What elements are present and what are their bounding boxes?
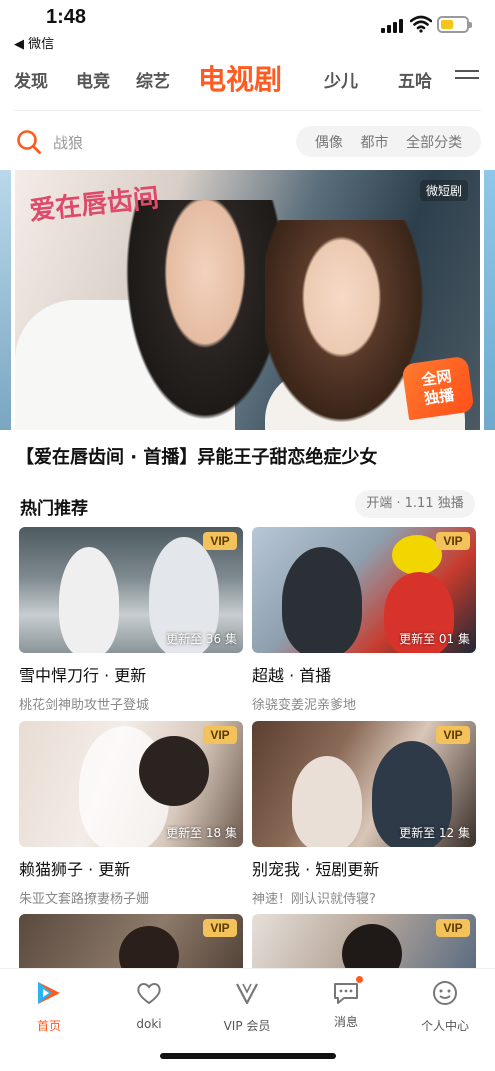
vip-badge: VIP bbox=[436, 919, 470, 937]
status-bar: 1:48 ◀ 微信 bbox=[0, 0, 495, 54]
show-subtitle: 桃花剑神助攻世子登城 bbox=[19, 698, 150, 713]
section-promo-pill[interactable]: 开端 · 1.11 独播 bbox=[355, 490, 475, 518]
status-time: 1:48 bbox=[46, 6, 87, 28]
show-title[interactable]: 别宠我 · 短剧更新 bbox=[252, 856, 476, 880]
nav-messages[interactable]: 消息 bbox=[306, 976, 386, 1030]
vip-v-icon bbox=[236, 983, 258, 1005]
vip-badge: VIP bbox=[436, 532, 470, 550]
search-icon[interactable] bbox=[16, 129, 42, 155]
show-thumbnail: VIP 更新至 18 集 bbox=[19, 721, 243, 847]
show-card[interactable]: VIP 更新至 18 集 赖猫狮子 · 更新 朱亚文套路撩妻杨子姗 bbox=[19, 721, 243, 907]
tab-discover[interactable]: 发现 bbox=[14, 67, 48, 92]
vip-badge: VIP bbox=[203, 532, 237, 550]
episode-count: 更新至 12 集 bbox=[399, 826, 470, 840]
home-indicator[interactable] bbox=[160, 1053, 336, 1059]
nav-doki[interactable]: doki bbox=[109, 979, 189, 1031]
tab-wuha[interactable]: 五哈 bbox=[398, 67, 432, 92]
unread-dot bbox=[356, 976, 363, 983]
more-channels-icon[interactable] bbox=[455, 70, 479, 86]
quick-link-idol[interactable]: 偶像 bbox=[315, 132, 343, 152]
show-subtitle: 神速！刚认识就侍寝? bbox=[252, 892, 376, 907]
message-icon bbox=[331, 976, 363, 1007]
quick-category-links: 偶像 都市 全部分类 bbox=[296, 126, 481, 157]
nav-profile[interactable]: 个人中心 bbox=[405, 979, 485, 1034]
show-subtitle: 徐骁变姜泥亲爹地 bbox=[252, 698, 357, 713]
channel-tabs: 发现 电竞 综艺 电视剧 少儿 五哈 bbox=[0, 58, 495, 100]
show-card[interactable]: VIP 更新至 12 集 别宠我 · 短剧更新 神速！刚认识就侍寝? bbox=[252, 721, 476, 907]
show-title[interactable]: 雪中悍刀行 · 更新 bbox=[19, 662, 243, 686]
cell-signal-icon bbox=[381, 18, 403, 33]
show-thumbnail: VIP 更新至 12 集 bbox=[252, 721, 476, 847]
wifi-icon bbox=[410, 15, 432, 33]
show-thumbnail: VIP 更新至 01 集 bbox=[252, 527, 476, 653]
search-bar: 战狼 偶像 都市 全部分类 bbox=[0, 124, 495, 160]
episode-count: 更新至 01 集 bbox=[399, 632, 470, 646]
show-subtitle: 朱亚文套路撩妻杨子姗 bbox=[19, 892, 150, 907]
back-to-wechat-link[interactable]: ◀ 微信 bbox=[14, 33, 54, 52]
smiley-icon bbox=[433, 981, 457, 1005]
tab-variety[interactable]: 综艺 bbox=[136, 67, 170, 92]
divider bbox=[14, 110, 481, 111]
hero-banner[interactable]: 爱在唇齿间 微短剧 全网 独播 bbox=[15, 170, 480, 430]
show-card[interactable]: VIP 更新至 36 集 雪中悍刀行 · 更新 桃花剑神助攻世子登城 bbox=[19, 527, 243, 713]
tab-esports[interactable]: 电竞 bbox=[76, 67, 110, 92]
play-logo-icon bbox=[38, 982, 60, 1004]
section-title: 热门推荐 bbox=[20, 499, 88, 519]
tab-kids[interactable]: 少儿 bbox=[324, 67, 358, 92]
banner-next-peek[interactable] bbox=[484, 170, 495, 430]
episode-count: 更新至 18 集 bbox=[166, 826, 237, 840]
nav-home[interactable]: 首页 bbox=[9, 979, 89, 1034]
exclusive-badge: 全网 独播 bbox=[401, 355, 475, 421]
micro-drama-mark: 微短剧 bbox=[419, 180, 468, 201]
show-title[interactable]: 赖猫狮子 · 更新 bbox=[19, 856, 243, 880]
vip-badge: VIP bbox=[203, 919, 237, 937]
tab-tv-series[interactable]: 电视剧 bbox=[198, 58, 282, 98]
battery-icon bbox=[437, 16, 472, 33]
quick-link-urban[interactable]: 都市 bbox=[360, 132, 388, 152]
banner-caption[interactable]: 【爱在唇齿间 · 首播】异能王子甜恋绝症少女 bbox=[16, 443, 377, 469]
show-thumbnail: VIP 更新至 36 集 bbox=[19, 527, 243, 653]
banner-prev-peek[interactable] bbox=[0, 170, 11, 430]
vip-badge: VIP bbox=[436, 726, 470, 744]
doki-heart-icon bbox=[137, 983, 161, 1005]
show-title[interactable]: 超越 · 首播 bbox=[252, 662, 476, 686]
vip-badge: VIP bbox=[203, 726, 237, 744]
search-input[interactable]: 战狼 bbox=[53, 132, 83, 153]
quick-link-all-categories[interactable]: 全部分类 bbox=[406, 132, 462, 152]
nav-vip[interactable]: VIP 会员 bbox=[207, 979, 287, 1034]
show-card[interactable]: VIP 更新至 01 集 超越 · 首播 徐骁变姜泥亲爹地 bbox=[252, 527, 476, 713]
episode-count: 更新至 36 集 bbox=[166, 632, 237, 646]
